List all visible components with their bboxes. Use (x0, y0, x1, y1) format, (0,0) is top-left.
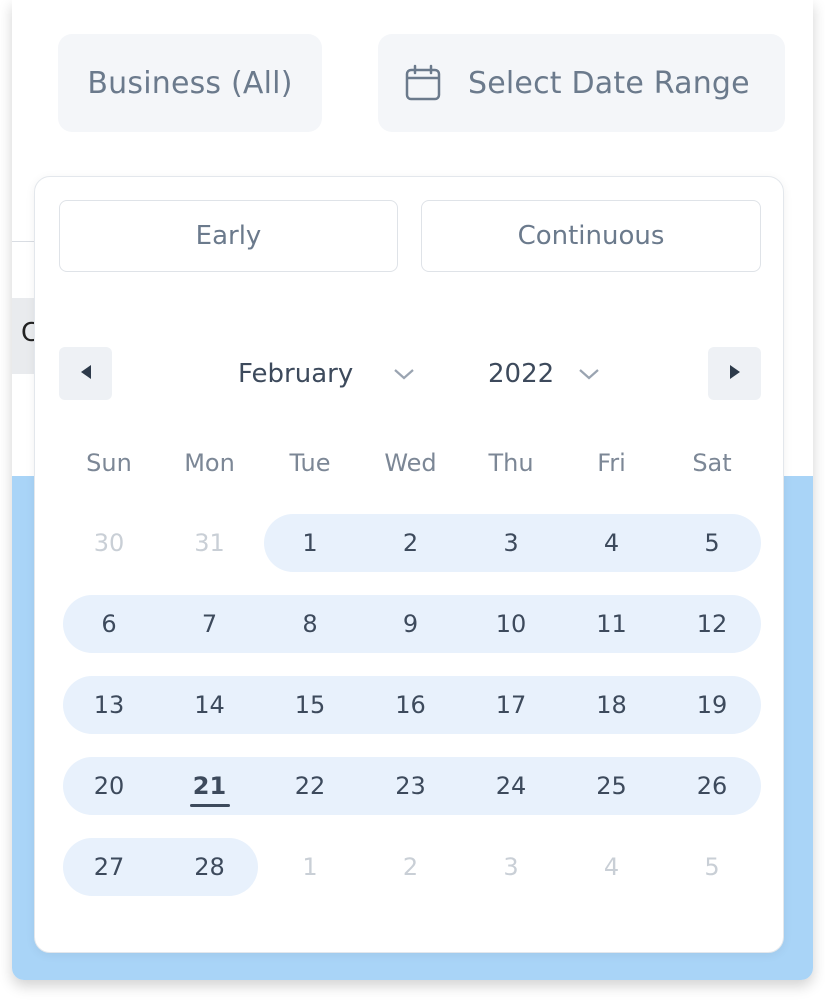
calendar-day[interactable]: 10 (461, 595, 561, 653)
calendar-day-outside-month[interactable]: 3 (461, 838, 561, 896)
calendar-day[interactable]: 9 (361, 595, 461, 653)
date-picker-popup: Early Continuous February 2022 Sun Mon Tue… (34, 176, 784, 953)
calendar-day[interactable]: 26 (662, 757, 762, 815)
year-select-value: 2022 (488, 358, 555, 389)
business-filter-button[interactable]: Business (All) (58, 34, 322, 132)
caret-left-icon (79, 364, 93, 384)
date-range-button[interactable]: Select Date Range (378, 34, 785, 132)
calendar-day[interactable]: 14 (160, 676, 260, 734)
calendar-day[interactable]: 20 (59, 757, 159, 815)
calendar-day[interactable]: 11 (562, 595, 662, 653)
year-select[interactable]: 2022 (488, 347, 600, 400)
calendar-day-outside-month[interactable]: 2 (361, 838, 461, 896)
next-month-button[interactable] (708, 347, 761, 400)
prev-month-button[interactable] (59, 347, 112, 400)
calendar-day[interactable]: 5 (662, 514, 762, 572)
mode-continuous-button[interactable]: Continuous (421, 200, 761, 272)
caret-right-icon (728, 364, 742, 384)
business-filter-label: Business (All) (87, 65, 293, 101)
chevron-down-icon (393, 367, 415, 381)
calendar-day-outside-month[interactable]: 4 (562, 838, 662, 896)
calendar-day[interactable]: 3 (461, 514, 561, 572)
weekday-label: Wed (384, 449, 437, 477)
calendar-day[interactable]: 28 (160, 838, 260, 896)
weekday-label: Fri (597, 449, 626, 477)
weekday-label: Thu (488, 449, 534, 477)
month-select-value: February (238, 358, 354, 389)
calendar-day-outside-month[interactable]: 5 (662, 838, 762, 896)
calendar-day-outside-month[interactable]: 1 (260, 838, 360, 896)
calendar-day[interactable]: 17 (461, 676, 561, 734)
mode-early-label: Early (195, 221, 262, 251)
calendar-day[interactable]: 27 (59, 838, 159, 896)
calendar-day[interactable]: 16 (361, 676, 461, 734)
weekday-label: Sat (692, 449, 732, 477)
calendar-day[interactable]: 23 (361, 757, 461, 815)
mode-continuous-label: Continuous (517, 221, 665, 251)
calendar-day-outside-month[interactable]: 31 (160, 514, 260, 572)
calendar-day[interactable]: 6 (59, 595, 159, 653)
calendar-day[interactable]: 15 (260, 676, 360, 734)
calendar-day[interactable]: 4 (562, 514, 662, 572)
calendar-day-today[interactable]: 21 (160, 757, 260, 815)
month-select[interactable]: February (238, 347, 415, 400)
weekday-label: Tue (289, 449, 331, 477)
calendar-day[interactable]: 13 (59, 676, 159, 734)
date-range-label: Select Date Range (468, 65, 750, 101)
calendar-day[interactable]: 22 (260, 757, 360, 815)
calendar-icon (404, 64, 442, 102)
calendar-day[interactable]: 24 (461, 757, 561, 815)
calendar-day[interactable]: 12 (662, 595, 762, 653)
mode-early-button[interactable]: Early (59, 200, 398, 272)
calendar-day-outside-month[interactable]: 30 (59, 514, 159, 572)
calendar-day[interactable]: 7 (160, 595, 260, 653)
calendar-day[interactable]: 1 (260, 514, 360, 572)
calendar-day[interactable]: 25 (562, 757, 662, 815)
weekday-label: Mon (184, 449, 235, 477)
calendar-day[interactable]: 2 (361, 514, 461, 572)
calendar-day[interactable]: 8 (260, 595, 360, 653)
calendar-day[interactable]: 18 (562, 676, 662, 734)
chevron-down-icon (578, 367, 600, 381)
calendar-day[interactable]: 19 (662, 676, 762, 734)
weekday-label: Sun (86, 449, 132, 477)
